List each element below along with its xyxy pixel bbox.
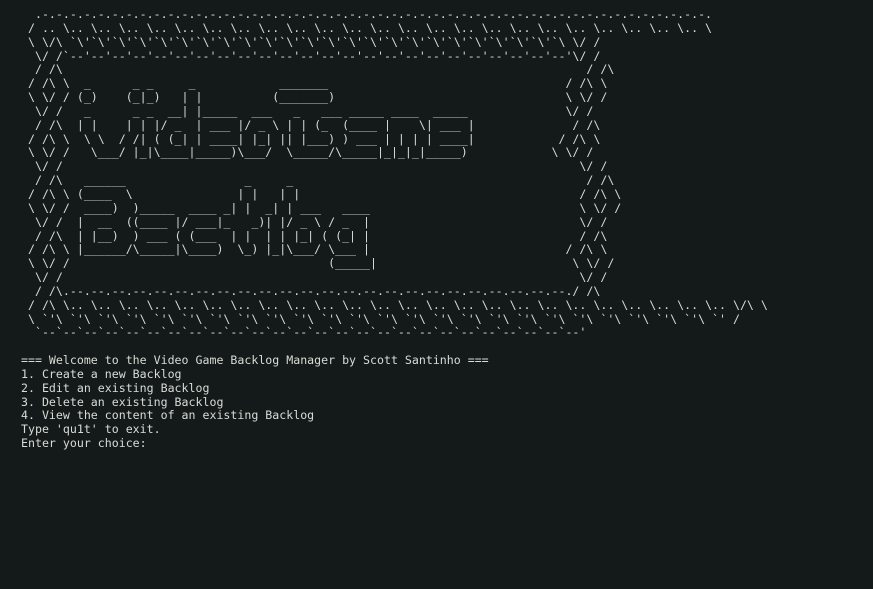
welcome-message: === Welcome to the Video Game Backlog Ma… — [21, 353, 489, 368]
ascii-art-line: \ \/ / (_____| \ \/ / — [21, 256, 615, 271]
menu-item-create: 1. Create a new Backlog — [21, 366, 182, 381]
ascii-art-line: \/ / | __ ((____ |/ ___|_ _)| |/ _ \ / _… — [21, 214, 608, 229]
ascii-art-line: \/ /`--'--'--'--'--'--'--'--'--'--'--'--… — [21, 48, 601, 63]
terminal-window[interactable]: .-.-.-.-.-.-.-.-.-.-.-.-.-.-.-.-.-.-.-.-… — [0, 0, 873, 589]
ascii-art-line: \ \/ / \___/ |_|\____|_____)\___/ \_____… — [21, 145, 594, 160]
ascii-art-line: `--`--`--`--`--`--`--`--`--`--`--`--`--`… — [21, 325, 587, 340]
ascii-art-banner: .-.-.-.-.-.-.-.-.-.-.-.-.-.-.-.-.-.-.-.-… — [21, 7, 873, 340]
ascii-art-line: \/ / \/ / — [21, 270, 608, 285]
ascii-art-line: / /\ | | | | |/ _ | ___ |/ _ \ | | (_ (_… — [21, 117, 601, 132]
menu-item-view: 4. View the content of an existing Backl… — [21, 408, 315, 423]
choice-prompt[interactable]: Enter your choice: — [21, 436, 873, 451]
menu-item-delete: 3. Delete an existing Backlog — [21, 394, 224, 409]
ascii-art-line: .-.-.-.-.-.-.-.-.-.-.-.-.-.-.-.-.-.-.-.-… — [21, 7, 713, 21]
ascii-art-line: \/ / \/ / — [21, 159, 608, 174]
ascii-art-line: / .. \.. \.. \.. \.. \.. \.. \.. \.. \..… — [21, 20, 713, 35]
ascii-art-line: / /\ \ |______/\_____|\____) \_) |_|\___… — [21, 242, 608, 257]
ascii-art-line: \ \/ / (_) (_|_) | | (_______) \ \/ / — [21, 90, 608, 105]
ascii-art-line: / /\ \.. \.. \.. \.. \.. \.. \.. \.. \..… — [21, 297, 768, 312]
ascii-art-line: \ \/\ `\'`\'`\'`\'`\'`\'`\'`\'`\'`\'`\'`… — [21, 34, 601, 49]
ascii-art-line: \ \/ / ____) )_____ ____ _| | _| | ___ _… — [21, 200, 622, 215]
ascii-art-line: / /\.--.--.--.--.--.--.--.--.--.--.--.--… — [21, 283, 601, 298]
ascii-art-line: \/ / _ _ _ __| |_____ ___ _ ___ _____ __… — [21, 103, 594, 118]
ascii-art-line: / /\ \ _ _ _ _ _______ / /\ \ — [21, 76, 608, 91]
ascii-art-line: \ `'\ `'\ `'\ `'\ `'\ `'\ `'\ `'\ `'\ `'… — [21, 311, 740, 326]
ascii-art-line: / /\ ______ _ _ / /\ — [21, 173, 615, 188]
ascii-art-line: / /\ | |__) ) ___ ( (___ | | | | |_| ( (… — [21, 228, 608, 243]
ascii-art-line: / /\ \ (____ \ | | | | / /\ \ — [21, 186, 622, 201]
ascii-art-line: / /\ \ \ \ / /| ( (_| | ____| |_| || |__… — [21, 131, 601, 146]
exit-hint: Type 'qu1t' to exit. — [21, 422, 161, 437]
ascii-art-line: / /\ / /\ — [21, 62, 615, 77]
menu-item-edit: 2. Edit an existing Backlog — [21, 380, 210, 395]
